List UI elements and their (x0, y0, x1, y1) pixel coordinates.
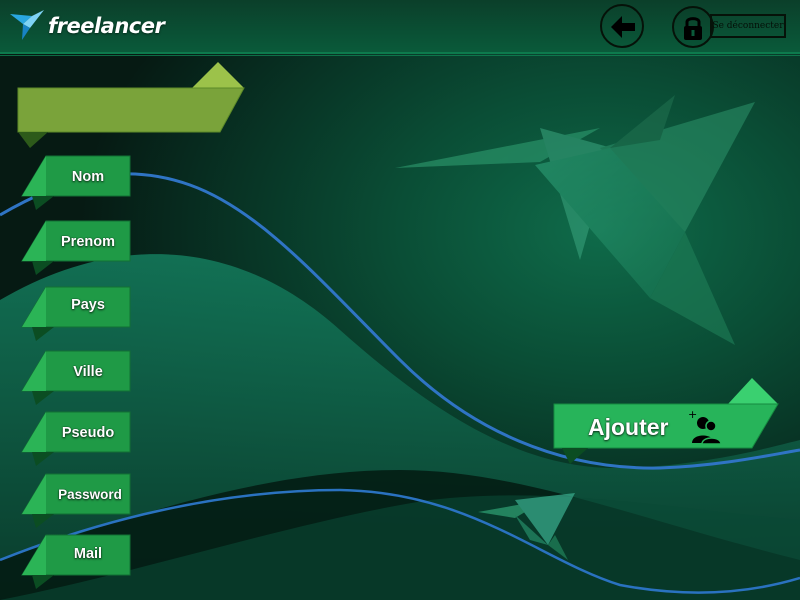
logout-area: Se déconnecter (672, 6, 790, 50)
back-button[interactable] (600, 4, 644, 48)
app-screen: freelancer Se déconnecter Nom Prenom Pay… (0, 0, 800, 600)
brand-name: freelancer (48, 14, 165, 38)
arrow-left-icon (611, 16, 635, 38)
field-pays[interactable]: Pays (20, 286, 132, 343)
field-mail[interactable]: Mail (20, 534, 132, 591)
field-nom[interactable]: Nom (20, 155, 132, 212)
origami-bird-large (395, 95, 755, 345)
form-title-ribbon (16, 60, 248, 152)
svg-text:+: + (688, 409, 697, 421)
field-label: Nom (71, 169, 105, 185)
add-user-icon: + (688, 409, 722, 445)
field-ville[interactable]: Ville (20, 350, 132, 407)
lock-icon (684, 17, 702, 40)
lock-badge (672, 6, 714, 48)
freelancer-logo: freelancer (10, 9, 165, 43)
field-label: Pays (71, 297, 105, 313)
add-button-label: Ajouter (588, 414, 669, 440)
field-prenom[interactable]: Prenom (20, 220, 132, 277)
field-label: Ville (73, 364, 103, 380)
add-button[interactable]: Ajouter (552, 376, 784, 468)
title-ribbon-shape (17, 62, 245, 148)
field-label: Prenom (61, 234, 115, 250)
header-divider (0, 55, 800, 56)
field-label: Mail (73, 546, 103, 562)
field-password[interactable]: Password (20, 473, 132, 530)
field-label: Pseudo (61, 425, 115, 441)
field-ribbon-shape (21, 534, 131, 589)
logout-button[interactable]: Se déconnecter (710, 14, 786, 38)
field-pseudo[interactable]: Pseudo (20, 411, 132, 468)
bird-logo-icon (10, 10, 44, 40)
field-label: Password (58, 487, 122, 502)
